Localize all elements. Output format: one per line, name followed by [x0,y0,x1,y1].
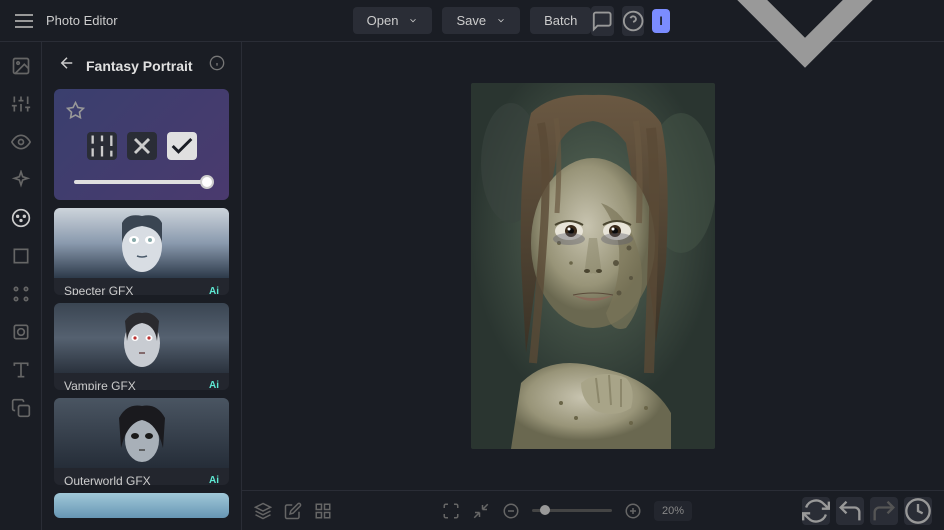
effect-thumbnail [54,493,229,518]
help-icon[interactable] [622,6,644,36]
ai-badge: Ai [209,475,219,484]
chevron-down-icon [408,13,418,28]
open-label: Open [367,13,399,28]
app-header: Photo Editor Open Save Batch I [0,0,944,42]
slider-thumb[interactable] [200,175,214,189]
zoom-out-icon[interactable] [502,502,520,520]
sparkle-tool-icon[interactable] [11,170,31,190]
eye-tool-icon[interactable] [11,132,31,152]
crop-tool-icon[interactable] [11,246,31,266]
effect-label: Vampire GFX [64,379,136,390]
canvas-area: 20% [242,42,944,530]
save-button[interactable]: Save [442,7,520,34]
canvas-footer: 20% [242,490,944,530]
fullscreen-icon[interactable] [442,502,460,520]
comment-icon[interactable] [591,6,613,36]
zoom-thumb[interactable] [540,505,550,515]
effect-outerworld[interactable]: Outerworld GFX Ai [54,398,229,485]
undo-icon[interactable] [836,497,864,525]
ai-badge: Ai [209,286,219,295]
grid-icon[interactable] [314,502,332,520]
effects-sidebar: Fantasy Portrait [42,42,242,530]
info-icon[interactable] [209,55,225,76]
edit-icon[interactable] [284,502,302,520]
canvas-image [471,83,715,449]
history-icon[interactable] [904,497,932,525]
redo-icon[interactable] [870,497,898,525]
intensity-slider[interactable] [74,180,209,184]
effect-label: Outerworld GFX [64,474,151,485]
avatar[interactable]: I [652,9,670,33]
open-button[interactable]: Open [353,7,433,34]
text-tool-icon[interactable] [11,360,31,380]
refresh-icon[interactable] [802,497,830,525]
layers-icon[interactable] [254,502,272,520]
save-label: Save [456,13,486,28]
image-tool-icon[interactable] [11,56,31,76]
zoom-value: 20% [654,501,692,521]
canvas[interactable] [242,42,944,490]
effect-thumbnail [54,303,229,373]
cancel-icon[interactable] [127,132,157,160]
copy-tool-icon[interactable] [11,398,31,418]
app-title: Photo Editor [46,13,118,28]
effect-vampire[interactable]: Vampire GFX Ai [54,303,229,390]
effect-specter[interactable]: Specter GFX Ai [54,208,229,295]
back-icon[interactable] [58,54,76,77]
batch-button[interactable]: Batch [530,7,591,34]
effect-label: Specter GFX [64,284,133,295]
adjust-icon[interactable] [87,132,117,160]
zoom-slider[interactable] [532,509,612,512]
favorite-icon[interactable] [66,101,85,120]
chevron-down-icon [496,13,506,28]
effect-controls [54,89,229,200]
zoom-in-icon[interactable] [624,502,642,520]
sidebar-title: Fantasy Portrait [86,58,199,74]
effect-thumbnail [54,398,229,468]
batch-label: Batch [544,13,577,28]
tool-rail [0,42,42,530]
grid-tool-icon[interactable] [11,284,31,304]
effect-thumbnail [54,208,229,278]
blur-tool-icon[interactable] [11,322,31,342]
sliders-tool-icon[interactable] [11,94,31,114]
confirm-icon[interactable] [167,132,197,160]
fit-icon[interactable] [472,502,490,520]
effect-extra[interactable] [54,493,229,518]
palette-tool-icon[interactable] [11,208,31,228]
menu-icon[interactable] [12,9,36,33]
ai-badge: Ai [209,380,219,389]
